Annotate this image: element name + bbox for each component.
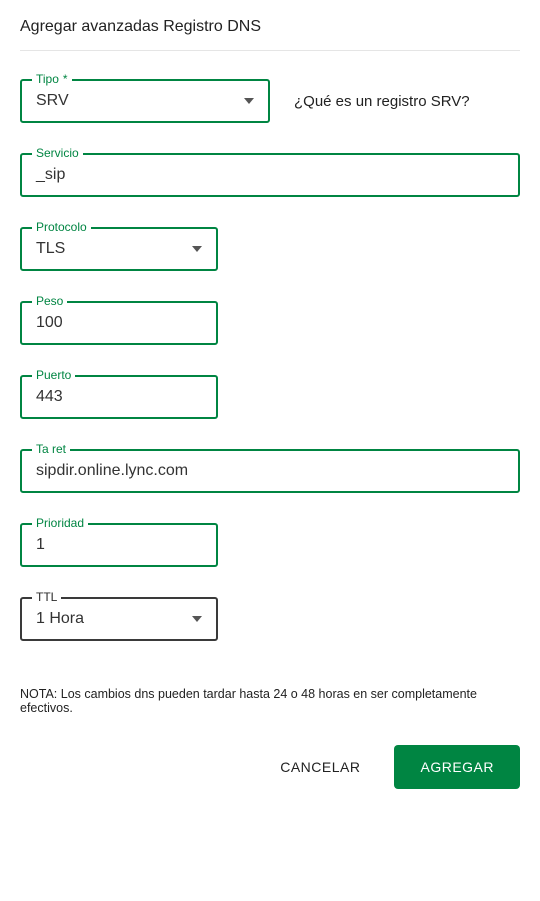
chevron-down-icon <box>192 246 202 252</box>
chevron-down-icon <box>192 616 202 622</box>
cancel-button[interactable]: CANCELAR <box>270 747 370 787</box>
target-field[interactable]: Ta ret sipdir.online.lync.com <box>20 449 520 493</box>
servicio-label: Servicio <box>32 146 83 160</box>
submit-button[interactable]: AGREGAR <box>394 745 520 789</box>
ttl-value: 1 Hora <box>36 610 84 628</box>
target-value: sipdir.online.lync.com <box>36 462 188 480</box>
ttl-label: TTL <box>32 590 61 604</box>
tipo-help-link[interactable]: ¿Qué es un registro SRV? <box>294 93 470 110</box>
puerto-label: Puerto <box>32 368 75 382</box>
tipo-label: Tipo* <box>32 72 72 86</box>
prioridad-label: Prioridad <box>32 516 88 530</box>
peso-label: Peso <box>32 294 67 308</box>
puerto-field[interactable]: Puerto 443 <box>20 375 218 419</box>
puerto-value: 443 <box>36 388 63 406</box>
note-text: NOTA: Los cambios dns pueden tardar hast… <box>20 687 520 715</box>
protocolo-select[interactable]: Protocolo TLS <box>20 227 218 271</box>
tipo-value: SRV <box>36 92 69 110</box>
target-label: Ta ret <box>32 442 70 456</box>
tipo-select[interactable]: Tipo* SRV <box>20 79 270 123</box>
chevron-down-icon <box>244 98 254 104</box>
protocolo-value: TLS <box>36 240 65 258</box>
protocolo-label: Protocolo <box>32 220 91 234</box>
page-title: Agregar avanzadas Registro DNS <box>20 18 520 51</box>
prioridad-value: 1 <box>36 536 45 554</box>
servicio-field[interactable]: Servicio _sip <box>20 153 520 197</box>
peso-field[interactable]: Peso 100 <box>20 301 218 345</box>
ttl-select[interactable]: TTL 1 Hora <box>20 597 218 641</box>
actions-bar: CANCELAR AGREGAR <box>20 745 520 789</box>
prioridad-field[interactable]: Prioridad 1 <box>20 523 218 567</box>
peso-value: 100 <box>36 314 63 332</box>
servicio-value: _sip <box>36 166 65 184</box>
